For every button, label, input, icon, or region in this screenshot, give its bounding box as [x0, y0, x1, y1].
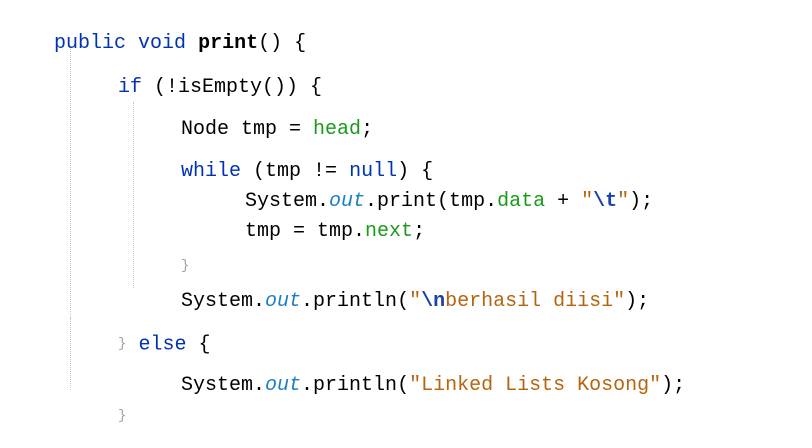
out-field: out [265, 374, 302, 397]
semicolon: ; [413, 220, 426, 243]
code-line-9: } else { [70, 302, 210, 356]
string-linked-lists: Linked Lists Kosong [421, 374, 650, 397]
code-line-5: System.out.print(tmp.data + "\t"); [197, 160, 653, 213]
code-line-6: tmp = tmp.next; [197, 190, 425, 243]
code-line-7: } [133, 224, 189, 274]
println-call: .println( [301, 290, 410, 313]
println-call: .println( [301, 374, 410, 397]
code-line-11: } [70, 374, 126, 424]
string-quote: " [409, 290, 422, 313]
closing-brace: } [118, 408, 127, 424]
assign-tmp: tmp = tmp. [245, 220, 366, 243]
out-field: out [265, 290, 302, 313]
next-field: next [365, 220, 414, 243]
close-print: ); [661, 374, 686, 397]
string-berhasil: berhasil diisi [445, 290, 614, 313]
code-line-8: System.out.println("\nberhasil diisi"); [133, 260, 649, 313]
code-line-4: while (tmp != null) { [133, 130, 433, 183]
close-print: ); [625, 290, 650, 313]
plus-operator: + [545, 190, 582, 213]
code-line-12: } [6, 416, 62, 444]
string-quote: " [613, 290, 626, 313]
string-quote: " [649, 374, 662, 397]
system-class: System. [181, 374, 266, 397]
escape-newline: \n [421, 290, 446, 313]
code-line-10: System.out.println("Linked Lists Kosong"… [133, 344, 685, 397]
code-line-3: Node tmp = head; [133, 88, 373, 141]
escape-tab: \t [593, 190, 618, 213]
string-quote: " [617, 190, 630, 213]
code-line-2: if (!isEmpty()) { [70, 46, 322, 99]
data-field: data [497, 190, 546, 213]
code-line-1: public void print() { [6, 2, 306, 55]
close-print: ); [629, 190, 654, 213]
string-quote: " [409, 374, 422, 397]
string-quote: " [581, 190, 594, 213]
code-editor[interactable]: public void print() { if (!isEmpty()) { … [0, 0, 812, 448]
